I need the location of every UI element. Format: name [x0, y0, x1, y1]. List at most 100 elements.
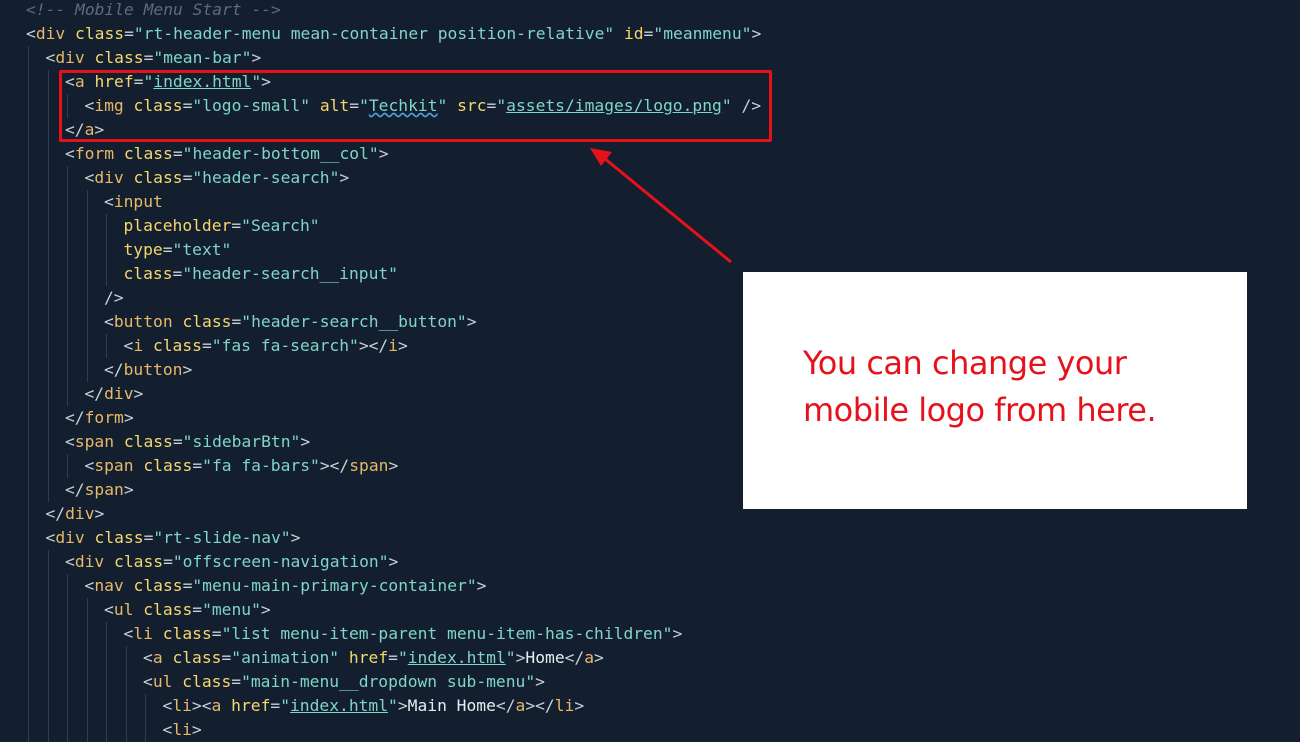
- code-token: =: [231, 216, 242, 235]
- code-token: <: [45, 528, 56, 547]
- callout-box: You can change your mobile logo from her…: [743, 272, 1247, 509]
- indent-guide: [86, 598, 88, 742]
- code-line: <nav class="menu-main-primary-container"…: [85, 574, 487, 598]
- code-token: >: [339, 168, 350, 187]
- code-token: =: [231, 672, 242, 691]
- code-token: >: [476, 576, 487, 595]
- code-token: "main-menu__dropdown sub-menu": [241, 672, 536, 691]
- code-token: <: [26, 24, 36, 43]
- code-token: "mean-bar": [153, 48, 252, 67]
- code-line: />: [104, 286, 124, 310]
- callout-text: You can change your mobile logo from her…: [803, 340, 1233, 434]
- code-line: <form class="header-bottom__col">: [65, 142, 389, 166]
- code-token: button: [113, 312, 173, 331]
- code-line: </form>: [65, 406, 134, 430]
- code-token: </: [495, 696, 516, 715]
- code-token: >: [574, 696, 585, 715]
- code-token: class: [143, 456, 193, 475]
- code-line: <li>: [163, 718, 202, 742]
- code-token: ": [397, 648, 408, 667]
- code-token: >: [378, 144, 389, 163]
- code-token: span: [349, 456, 389, 475]
- code-token: href: [348, 648, 389, 667]
- code-token: >: [290, 528, 301, 547]
- code-token: type: [123, 240, 163, 259]
- code-line: </div>: [85, 382, 144, 406]
- code-token: =: [124, 24, 134, 43]
- code-token: <: [143, 672, 153, 691]
- code-token: i: [133, 336, 144, 355]
- code-token: >: [388, 456, 399, 475]
- code-token: =: [182, 168, 193, 187]
- code-token: div: [55, 528, 85, 547]
- code-token: "fas fa-search": [211, 336, 359, 355]
- code-line: <div class="offscreen-navigation">: [65, 550, 398, 574]
- code-token: ><: [191, 696, 212, 715]
- code-token: class: [143, 600, 193, 619]
- code-token: div: [74, 552, 105, 571]
- code-token: </: [45, 504, 66, 523]
- code-token: "header-search__input": [182, 264, 398, 283]
- code-token: Main Home: [407, 696, 496, 715]
- indent-guide: [106, 334, 107, 358]
- code-token: placeholder: [123, 216, 232, 235]
- code-token: class: [182, 672, 232, 691]
- code-token: "header-bottom__col": [182, 144, 379, 163]
- code-token: >: [123, 408, 134, 427]
- code-token: =: [172, 264, 183, 283]
- code-line: type="text": [124, 238, 232, 262]
- code-token: "fa fa-bars": [202, 456, 320, 475]
- indent-guide: [47, 550, 49, 742]
- code-token: </: [564, 648, 585, 667]
- code-token: >: [535, 672, 545, 691]
- indent-guide: [106, 622, 107, 742]
- code-token: =: [388, 648, 398, 667]
- code-token: <: [65, 144, 75, 163]
- code-token: <: [45, 48, 56, 67]
- code-token: <!-- Mobile Menu Start -->: [26, 0, 281, 19]
- code-token: ></: [319, 456, 350, 475]
- code-line: <a class="animation" href="index.html">H…: [143, 646, 604, 670]
- code-token: =: [172, 432, 183, 451]
- indent-guide: [47, 70, 49, 502]
- code-line: <div class="header-search">: [85, 166, 350, 190]
- code-token: </: [104, 360, 124, 379]
- code-token: "Search": [241, 216, 320, 235]
- code-token: <: [84, 576, 95, 595]
- code-line: </div>: [46, 502, 105, 526]
- code-token: a: [584, 648, 595, 667]
- code-token: li: [172, 696, 192, 715]
- code-line: <li class="list menu-item-parent menu-it…: [124, 622, 683, 646]
- code-token: ": [505, 648, 516, 667]
- indent-guide: [145, 694, 146, 742]
- code-line: <ul class="menu">: [104, 598, 271, 622]
- code-token: button: [123, 360, 183, 379]
- code-token: =: [182, 576, 193, 595]
- callout-line-1: You can change your: [803, 344, 1127, 382]
- code-token: "list menu-item-parent menu-item-has-chi…: [221, 624, 673, 643]
- code-token: div: [35, 24, 66, 43]
- code-token: =: [270, 696, 281, 715]
- code-token: index.html: [407, 648, 506, 667]
- code-token: class: [123, 144, 173, 163]
- code-token: "menu": [202, 600, 261, 619]
- code-token: <: [162, 720, 173, 739]
- code-line: <i class="fas fa-search"></i>: [124, 334, 408, 358]
- code-line: </span>: [65, 478, 134, 502]
- code-token: <: [104, 600, 114, 619]
- code-line: <ul class="main-menu__dropdown sub-menu"…: [143, 670, 545, 694]
- code-token: class: [94, 48, 144, 67]
- code-token: >: [515, 648, 526, 667]
- code-token: >: [251, 48, 262, 67]
- code-token: div: [94, 168, 124, 187]
- code-token: class: [114, 552, 164, 571]
- code-line: <!-- Mobile Menu Start -->: [26, 0, 281, 22]
- code-token: ul: [113, 600, 134, 619]
